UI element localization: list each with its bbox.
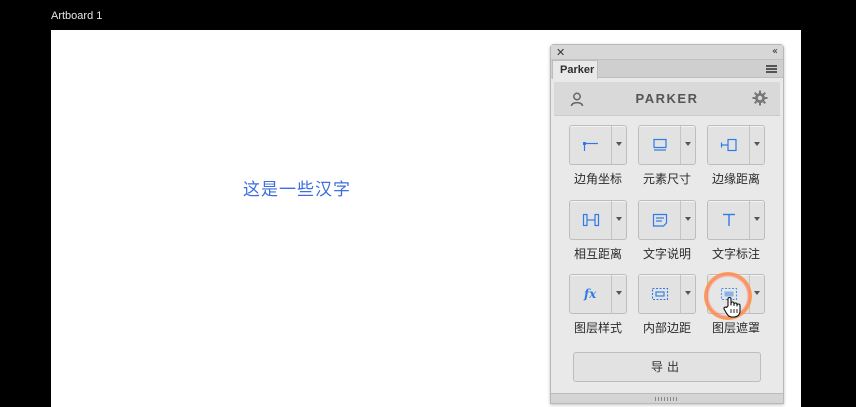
dropdown-arrow-icon[interactable] bbox=[616, 291, 622, 295]
tool-element-size[interactable]: 元素尺寸 bbox=[638, 125, 698, 187]
tool-inner-padding[interactable]: 内部边距 bbox=[638, 274, 698, 336]
dropdown-arrow-icon[interactable] bbox=[685, 217, 691, 221]
text-note-icon bbox=[652, 213, 667, 227]
panel-header: PARKER bbox=[554, 82, 780, 116]
panel-title: PARKER bbox=[635, 91, 699, 106]
resize-grip-icon[interactable] bbox=[655, 397, 679, 401]
hand-cursor-icon bbox=[723, 297, 741, 318]
tool-label: 元素尺寸 bbox=[642, 172, 691, 186]
dropdown-arrow-icon[interactable] bbox=[754, 142, 760, 146]
text-annotate-button[interactable] bbox=[707, 200, 765, 240]
panel-menu-icon[interactable] bbox=[766, 65, 777, 73]
tool-label: 内部边距 bbox=[642, 321, 691, 335]
layer-style-button[interactable]: fx bbox=[569, 274, 627, 314]
svg-text:fx: fx bbox=[583, 287, 597, 301]
tab-parker[interactable]: Parker bbox=[552, 60, 598, 79]
tool-label: 图层样式 bbox=[573, 321, 622, 335]
dropdown-arrow-icon[interactable] bbox=[754, 291, 760, 295]
text-note-button[interactable] bbox=[638, 200, 696, 240]
panel-resize-footer[interactable] bbox=[551, 393, 783, 403]
tool-mutual-distance[interactable]: 相互距离 bbox=[569, 200, 629, 262]
dropdown-arrow-icon[interactable] bbox=[616, 142, 622, 146]
tool-label: 边角坐标 bbox=[573, 172, 622, 186]
layer-style-icon: fx bbox=[583, 287, 597, 301]
artboard-label: Artboard 1 bbox=[51, 10, 103, 22]
export-button[interactable]: 导出 bbox=[573, 352, 761, 382]
mutual-distance-icon bbox=[582, 213, 599, 227]
mutual-distance-button[interactable] bbox=[569, 200, 627, 240]
element-size-button[interactable] bbox=[638, 125, 696, 165]
inner-padding-icon bbox=[651, 287, 668, 301]
tool-label: 文字说明 bbox=[642, 247, 691, 261]
tool-layer-style[interactable]: fx 图层样式 bbox=[569, 274, 629, 336]
corner-coordinate-icon bbox=[582, 142, 598, 151]
tool-edge-distance[interactable]: 边缘距离 bbox=[707, 125, 767, 187]
tool-label: 相互距离 bbox=[573, 247, 622, 261]
canvas-text-layer[interactable]: 这是一些汉字 bbox=[243, 175, 351, 200]
collapse-icon[interactable]: ‹‹ bbox=[772, 45, 778, 58]
edge-distance-icon bbox=[720, 138, 737, 152]
tool-label: 文字标注 bbox=[711, 247, 760, 261]
tool-label: 图层遮罩 bbox=[711, 321, 760, 335]
panel-tabbar: Parker bbox=[551, 60, 783, 79]
tool-corner-coordinate[interactable]: 边角坐标 bbox=[569, 125, 629, 187]
parker-panel: ✕ ‹‹ Parker PARKER 边角坐标 元素尺寸 边缘距离 相互距离 文… bbox=[550, 44, 784, 404]
tool-label: 边缘距离 bbox=[711, 172, 760, 186]
dropdown-arrow-icon[interactable] bbox=[685, 142, 691, 146]
tool-text-note[interactable]: 文字说明 bbox=[638, 200, 698, 262]
gear-icon[interactable] bbox=[752, 90, 768, 106]
tool-text-annotate[interactable]: 文字标注 bbox=[707, 200, 767, 262]
panel-titlebar[interactable]: ✕ ‹‹ bbox=[551, 45, 783, 60]
edge-distance-button[interactable] bbox=[707, 125, 765, 165]
text-annotate-icon bbox=[722, 213, 735, 226]
close-icon[interactable]: ✕ bbox=[556, 46, 565, 59]
inner-padding-button[interactable] bbox=[638, 274, 696, 314]
corner-coordinate-button[interactable] bbox=[569, 125, 627, 165]
dropdown-arrow-icon[interactable] bbox=[754, 217, 760, 221]
element-size-icon bbox=[652, 138, 667, 151]
dropdown-arrow-icon[interactable] bbox=[616, 217, 622, 221]
dropdown-arrow-icon[interactable] bbox=[685, 291, 691, 295]
